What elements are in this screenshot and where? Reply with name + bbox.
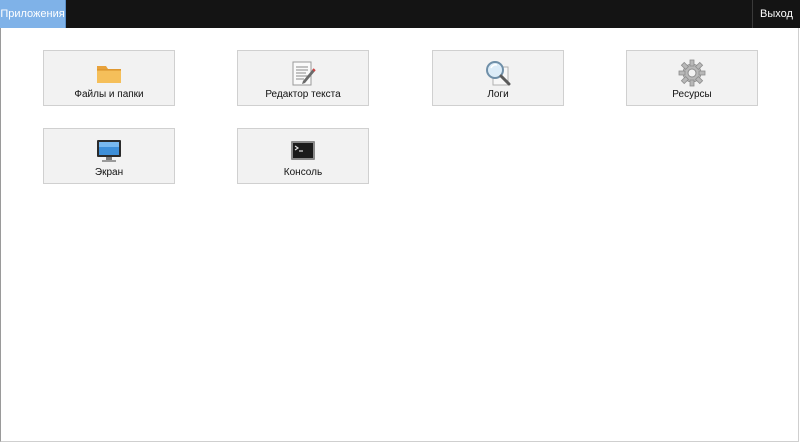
monitor-icon: [95, 137, 123, 165]
app-tile-logs[interactable]: Логи: [432, 50, 564, 106]
terminal-icon: [289, 137, 317, 165]
app-tile-console[interactable]: Консоль: [237, 128, 369, 184]
logout-button[interactable]: Выход: [752, 0, 800, 28]
gear-icon: [678, 59, 706, 87]
text-editor-icon: [289, 59, 317, 87]
app-tile-files[interactable]: Файлы и папки: [43, 50, 175, 106]
magnifier-icon: [484, 59, 512, 87]
app-tile-label: Экран: [94, 167, 124, 178]
top-bar: Приложения Выход: [0, 0, 800, 28]
app-tile-screen[interactable]: Экран: [43, 128, 175, 184]
folder-icon: [95, 59, 123, 87]
tab-applications[interactable]: Приложения: [0, 0, 66, 28]
app-tile-label: Ресурсы: [672, 89, 712, 100]
app-tile-label: Редактор текста: [265, 89, 341, 100]
app-tile-label: Консоль: [283, 167, 323, 178]
app-tile-label: Файлы и папки: [74, 89, 144, 100]
app-tile-resources[interactable]: Ресурсы: [626, 50, 758, 106]
app-tile-label: Логи: [487, 89, 509, 100]
app-tile-text-editor[interactable]: Редактор текста: [237, 50, 369, 106]
